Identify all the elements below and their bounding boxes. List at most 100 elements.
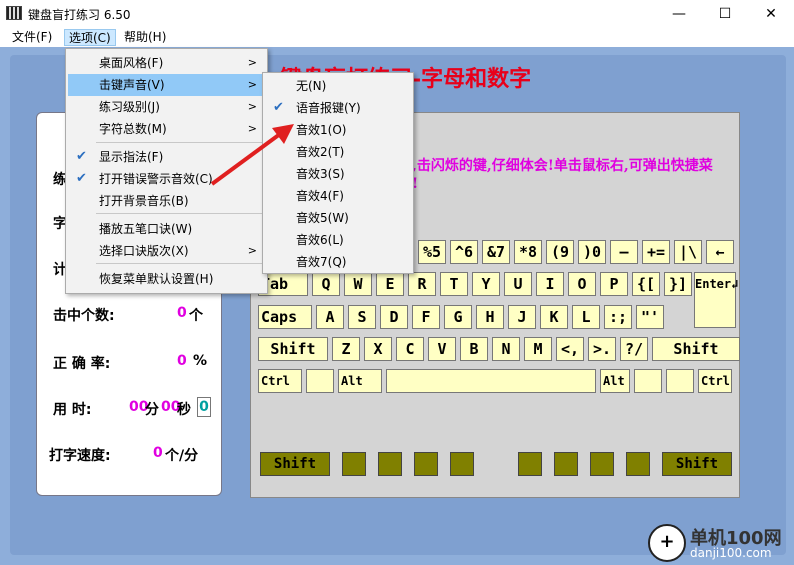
options-menu-item[interactable]: 桌面风格(F) > — [68, 52, 265, 74]
keyboard-key: C — [396, 337, 424, 361]
menu-file[interactable]: 文件(F) — [8, 29, 56, 46]
time-minutes-unit: 分 — [145, 402, 159, 418]
keyboard-key: H — [476, 305, 504, 329]
keyboard-key: (9 — [546, 240, 574, 264]
menu-options[interactable]: 选项(C) — [64, 29, 116, 46]
keyboard-key: <, — [556, 337, 584, 361]
keyboard-key: G — [444, 305, 472, 329]
keyboard-key: R — [408, 272, 436, 296]
finger-key — [414, 452, 438, 476]
keyboard-key: W — [344, 272, 372, 296]
keyboard-key: Shift — [258, 337, 328, 361]
keyboard-key: A — [316, 305, 344, 329]
time-label: 用 时: — [53, 402, 92, 418]
keyboard-key: B — [460, 337, 488, 361]
app-keyboard-icon — [6, 6, 22, 20]
time-indicator-box: 0 — [197, 397, 211, 417]
keyboard-key: T — [440, 272, 468, 296]
options-menu-item[interactable]: 播放五笔口诀(W) — [68, 218, 265, 240]
keyboard-key: >. — [588, 337, 616, 361]
accuracy-value: 0 — [177, 353, 187, 369]
options-menu-item-label: 打开错误警示音效(C) — [99, 172, 213, 186]
annotation-arrow-icon — [210, 124, 294, 186]
window-title: 键盘盲打练习 6.50 — [28, 8, 131, 22]
keyboard-key: )0 — [578, 240, 606, 264]
keyboard-key: M — [524, 337, 552, 361]
keyboard-key: %5 — [418, 240, 446, 264]
chevron-right-icon: > — [247, 78, 257, 91]
keyboard-key: += — [642, 240, 670, 264]
keyboard-key: K — [540, 305, 568, 329]
hits-value: 0 — [177, 305, 187, 321]
options-menu-item-label: 击键声音(V) — [99, 78, 165, 92]
sound-menu-item-label: 音效6(L) — [296, 233, 344, 247]
keyboard-key: Caps — [258, 305, 312, 329]
keyboard-key: F — [412, 305, 440, 329]
keyboard-key: X — [364, 337, 392, 361]
keyboard-key — [666, 369, 694, 393]
keyboard-key: "' — [636, 305, 664, 329]
options-menu-item[interactable]: 恢复菜单默认设置(H) — [68, 268, 265, 290]
sound-menu-item[interactable]: 音效7(Q) — [265, 251, 411, 273]
speed-value: 0 — [153, 445, 163, 461]
watermark-url: danji100.com — [690, 546, 772, 560]
sound-menu-item[interactable]: 音效5(W) — [265, 207, 411, 229]
options-menu-item-label: 显示指法(F) — [99, 150, 164, 164]
keyboard-key: &7 — [482, 240, 510, 264]
keyboard-key: |\ — [674, 240, 702, 264]
keyboard-key: Ctrl — [698, 369, 732, 393]
keyboard-key: D — [380, 305, 408, 329]
sound-menu-item-label: 音效7(Q) — [296, 255, 347, 269]
minimize-button[interactable]: — — [656, 0, 702, 28]
keyboard-key: :; — [604, 305, 632, 329]
keyboard-key: E — [376, 272, 404, 296]
keyboard-key — [306, 369, 334, 393]
chevron-right-icon: > — [247, 56, 257, 69]
keyboard-key — [634, 369, 662, 393]
bottom-shift-left: Shift — [260, 452, 330, 476]
keyboard-key: Enter↲ — [694, 272, 738, 328]
options-menu-item[interactable]: 击键声音(V) > — [68, 74, 265, 96]
keyboard-key: O — [568, 272, 596, 296]
options-menu-item[interactable]: 选择口诀版次(X) > — [68, 240, 265, 262]
keyboard-key: S — [348, 305, 376, 329]
keyboard-key: Alt — [338, 369, 382, 393]
check-icon: ✔ — [76, 149, 87, 164]
keyboard-key: ^6 — [450, 240, 478, 264]
finger-key — [378, 452, 402, 476]
bottom-shift-right: Shift — [662, 452, 732, 476]
menu-separator — [96, 213, 264, 214]
options-menu-item-label: 打开背景音乐(B) — [99, 194, 189, 208]
options-menu-item-label: 选择口诀版次(X) — [99, 244, 189, 258]
accuracy-unit: % — [193, 353, 208, 369]
keyboard-key: *8 — [514, 240, 542, 264]
keyboard-key: U — [504, 272, 532, 296]
keyboard-key: P — [600, 272, 628, 296]
finger-key — [590, 452, 614, 476]
finger-key — [450, 452, 474, 476]
keyboard-key: L — [572, 305, 600, 329]
options-menu-item-label: 字符总数(M) — [99, 122, 167, 136]
options-menu-item-label: 桌面风格(F) — [99, 56, 164, 70]
menu-bar: 文件(F) 选项(C) 帮助(H) — [0, 28, 794, 47]
keyboard-key — [386, 369, 596, 393]
menu-separator — [96, 263, 264, 264]
watermark-logo-icon: + — [648, 524, 686, 562]
speed-unit: 个/分 — [165, 448, 199, 464]
options-menu-item-label: 恢复菜单默认设置(H) — [99, 272, 214, 286]
maximize-button[interactable]: ☐ — [702, 0, 748, 28]
hint-text: 盘,击闪烁的键,仔细体会!单击鼠标右,可弹出快捷菜单! — [398, 158, 713, 192]
chevron-right-icon: > — [247, 244, 257, 257]
keyboard-key: Z — [332, 337, 360, 361]
hits-unit: 个 — [189, 308, 203, 324]
title-bar: 键盘盲打练习 6.50 — ☐ ✕ — [0, 0, 794, 28]
keyboard-key: Ctrl — [258, 369, 302, 393]
keyboard-key: {[ — [632, 272, 660, 296]
close-button[interactable]: ✕ — [748, 0, 794, 28]
keyboard-key: — — [610, 240, 638, 264]
keyboard-key: Q — [312, 272, 340, 296]
menu-help[interactable]: 帮助(H) — [120, 29, 170, 46]
sound-menu-item[interactable]: 音效6(L) — [265, 229, 411, 251]
sound-menu-item[interactable]: 无(N) — [265, 75, 411, 97]
keyboard-key: ← — [706, 240, 734, 264]
